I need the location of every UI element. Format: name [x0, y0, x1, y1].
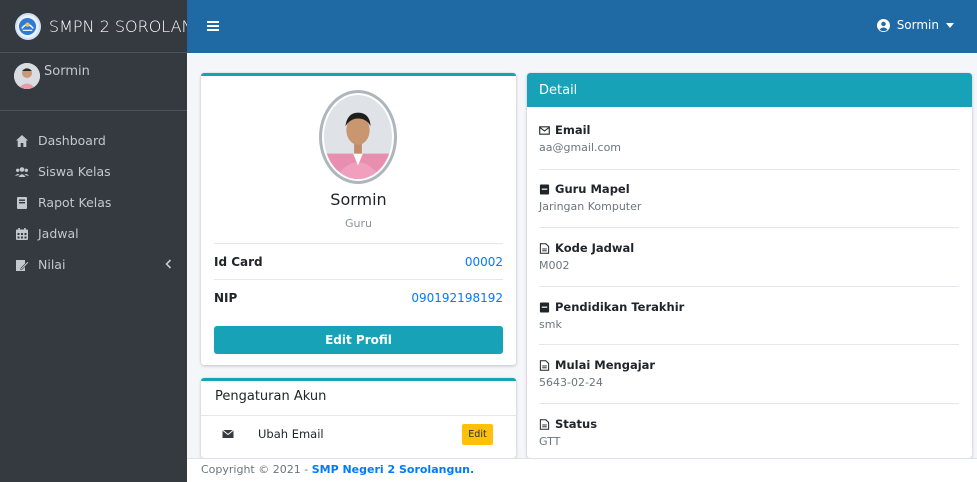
profile-role: Guru	[345, 217, 372, 230]
profile-name: Sormin	[330, 190, 387, 209]
account-settings-title: Pengaturan Akun	[215, 389, 327, 404]
book-icon	[539, 301, 550, 313]
detail-item-pendidikan-terakhir: Pendidikan Terakhir smk	[539, 300, 959, 331]
file-icon	[539, 418, 550, 430]
detail-item-guru-mapel: Guru Mapel Jaringan Komputer	[539, 182, 959, 213]
detail-label: Mulai Mengajar	[555, 358, 656, 372]
envelope-icon	[222, 429, 234, 438]
detail-item-kode-jadwal: Kode Jadwal M002	[539, 241, 959, 272]
detail-card: Detail Email aa@gmail.com Guru Mapel Jar…	[527, 73, 972, 458]
user-dropdown[interactable]: Sormin	[876, 18, 954, 32]
detail-label: Email	[555, 123, 591, 137]
detail-value: GTT	[539, 435, 561, 448]
sidebar-item-label: Nilai	[38, 257, 66, 272]
sidebar-item-dashboard[interactable]: Dashboard	[0, 125, 187, 156]
calendar-icon	[15, 227, 29, 241]
divider	[539, 403, 959, 404]
sidebar-nav: Dashboard Siswa Kelas Rapot Kelas Jadwal…	[0, 111, 187, 280]
divider	[539, 344, 959, 345]
profile-card: Sormin Guru Id Card 00002 NIP 0901921981…	[201, 73, 516, 365]
divider	[539, 227, 959, 228]
change-email-label: Ubah Email	[258, 427, 324, 441]
detail-title: Detail	[527, 73, 972, 107]
account-settings-card: Pengaturan Akun Ubah Email Edit	[201, 378, 516, 458]
home-icon	[15, 134, 29, 148]
chevron-left-icon	[165, 259, 172, 269]
detail-label: Status	[555, 417, 598, 431]
envelope-icon	[539, 125, 550, 135]
sidebar: SMPN 2 SOROLANGUN Sormin Dashboard	[0, 0, 187, 482]
sidebar-item-rapot-kelas[interactable]: Rapot Kelas	[0, 187, 187, 218]
topbar: Sormin	[187, 0, 977, 53]
divider	[539, 286, 959, 287]
book-icon	[15, 196, 29, 210]
detail-item-mulai-mengajar: Mulai Mengajar 5643-02-24	[539, 358, 959, 389]
sidebar-item-jadwal[interactable]: Jadwal	[0, 218, 187, 249]
brand-name: SMPN 2 SOROLANGUN	[48, 16, 187, 36]
detail-label: Guru Mapel	[555, 182, 630, 196]
sidebar-item-label: Jadwal	[38, 226, 79, 241]
id-card-value: 00002	[464, 254, 503, 269]
edit-profile-button[interactable]: Edit Profil	[214, 326, 503, 354]
file-icon	[539, 359, 550, 371]
user-panel[interactable]: Sormin	[0, 53, 187, 111]
menu-toggle-icon[interactable]	[207, 20, 219, 32]
sidebar-item-label: Siswa Kelas	[38, 164, 111, 179]
footer: Copyright © 2021 - SMP Negeri 2 Sorolang…	[187, 458, 977, 482]
nip-row: NIP 090192198192	[214, 279, 503, 315]
user-circle-icon	[876, 18, 890, 32]
sidebar-item-label: Dashboard	[38, 133, 106, 148]
detail-label: Pendidikan Terakhir	[555, 300, 685, 314]
id-card-label: Id Card	[214, 254, 263, 269]
detail-item-email: Email aa@gmail.com	[539, 123, 959, 154]
copyright-text: Copyright © 2021 -	[201, 463, 312, 476]
divider	[539, 169, 959, 170]
avatar	[14, 63, 40, 89]
users-icon	[15, 165, 29, 179]
detail-value: 5643-02-24	[539, 376, 603, 389]
file-icon	[539, 242, 550, 254]
id-card-row: Id Card 00002	[214, 243, 503, 279]
topbar-user-name: Sormin	[896, 18, 939, 32]
school-link[interactable]: SMP Negeri 2 Sorolangun.	[312, 463, 474, 476]
nip-value: 090192198192	[411, 290, 503, 305]
brand-link[interactable]: SMPN 2 SOROLANGUN	[0, 0, 187, 53]
profile-photo	[319, 90, 397, 184]
detail-value: smk	[539, 318, 562, 331]
nip-label: NIP	[214, 290, 238, 305]
detail-label: Kode Jadwal	[555, 241, 635, 255]
edit-email-button[interactable]: Edit	[462, 424, 493, 445]
edit-icon	[15, 258, 29, 272]
detail-value: aa@gmail.com	[539, 141, 622, 154]
change-email-row: Ubah Email Edit	[201, 415, 516, 455]
school-logo-icon	[15, 12, 41, 40]
sidebar-item-siswa-kelas[interactable]: Siswa Kelas	[0, 156, 187, 187]
sidebar-item-label: Rapot Kelas	[38, 195, 112, 210]
caret-down-icon	[946, 22, 954, 28]
detail-value: M002	[539, 259, 570, 272]
sidebar-item-nilai[interactable]: Nilai	[0, 249, 187, 280]
detail-value: Jaringan Komputer	[539, 200, 642, 213]
sidebar-user-name: Sormin	[44, 64, 90, 79]
detail-item-status: Status GTT	[539, 417, 959, 448]
book-icon	[539, 183, 550, 195]
